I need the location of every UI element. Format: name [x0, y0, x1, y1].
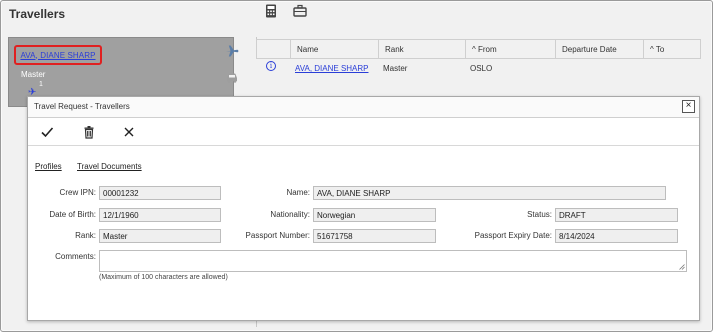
dialog-close-button[interactable]: ×: [682, 100, 695, 113]
grid-header-to[interactable]: ^ To: [644, 39, 701, 59]
resize-handle-icon[interactable]: [679, 264, 685, 270]
flight-icon[interactable]: [225, 44, 239, 58]
nationality-label: Nationality:: [270, 210, 310, 219]
comments-label: Comments:: [55, 252, 96, 261]
status-field[interactable]: DRAFT: [555, 208, 678, 222]
comments-note: (Maximum of 100 characters are allowed): [99, 274, 228, 281]
tab-travel-documents[interactable]: Travel Documents: [77, 162, 142, 171]
grid-header-departure-date[interactable]: Departure Date: [556, 39, 644, 59]
grid-row-name-link[interactable]: AVA, DIANE SHARP: [295, 64, 369, 73]
grid-header-from[interactable]: ^ From: [466, 39, 556, 59]
rank-field[interactable]: Master: [99, 229, 221, 243]
dialog-titlebar: Travel Request - Travellers ×: [28, 97, 699, 118]
traveller-card-name-link[interactable]: AVA, DIANE SHARP: [14, 45, 102, 65]
dialog-title: Travel Request - Travellers: [34, 102, 130, 111]
grid-row-rank: Master: [383, 64, 408, 73]
close-icon[interactable]: [122, 125, 136, 139]
crew-ipn-label: Crew IPN:: [59, 188, 96, 197]
crew-ipn-field[interactable]: 00001232: [99, 186, 221, 200]
grid-row-from: OSLO: [470, 64, 493, 73]
travel-request-dialog: Travel Request - Travellers × Profiles T…: [27, 96, 700, 321]
rank-label: Rank:: [75, 231, 96, 240]
briefcase-icon[interactable]: [293, 4, 307, 18]
date-of-birth-label: Date of Birth:: [49, 210, 96, 219]
checkmark-icon[interactable]: [40, 125, 54, 139]
trash-icon[interactable]: [82, 125, 96, 139]
grid-header-name[interactable]: Name: [291, 39, 379, 59]
info-icon[interactable]: i: [266, 61, 276, 71]
traveller-card-rank: Master: [21, 70, 46, 79]
flight-count: 1: [39, 81, 43, 88]
travellers-window: Travellers AVA, DIANE SHARP Master ✈ 1 N…: [0, 0, 713, 332]
comments-textarea[interactable]: [99, 250, 687, 272]
travellers-grid: Name Rank ^ From Departure Date ^ To i A…: [256, 39, 701, 97]
tab-profiles[interactable]: Profiles: [35, 162, 62, 171]
grid-header-rank[interactable]: Rank: [379, 39, 466, 59]
passport-number-label: Passport Number:: [245, 231, 310, 240]
grid-header-icon-col: [256, 39, 291, 59]
name-label: Name:: [286, 188, 310, 197]
passport-expiry-field[interactable]: 8/14/2024: [555, 229, 678, 243]
passport-expiry-label: Passport Expiry Date:: [474, 231, 552, 240]
car-icon[interactable]: [225, 70, 239, 84]
passport-number-field[interactable]: 51671758: [313, 229, 436, 243]
name-field[interactable]: AVA, DIANE SHARP: [313, 186, 666, 200]
nationality-field[interactable]: Norwegian: [313, 208, 436, 222]
date-of-birth-field[interactable]: 12/1/1960: [99, 208, 221, 222]
window-title: Travellers: [9, 7, 66, 21]
status-label: Status:: [527, 210, 552, 219]
dialog-toolbar: [28, 119, 699, 146]
calculator-icon[interactable]: [264, 4, 278, 18]
